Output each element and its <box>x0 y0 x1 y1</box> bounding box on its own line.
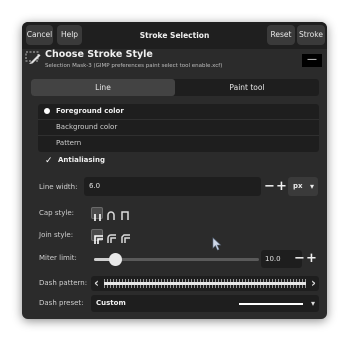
join-round-icon <box>107 234 116 243</box>
header-subtitle: Selection Mask-3 (GIMP preferences paint… <box>45 63 223 69</box>
line-width-decrease-button[interactable]: − <box>264 180 275 193</box>
tab-paint-tool[interactable]: Paint tool <box>175 79 319 96</box>
chevron-down-icon: ▾ <box>310 299 315 308</box>
cap-round-icon <box>107 211 115 220</box>
join-miter-button[interactable] <box>91 229 103 244</box>
slider-handle[interactable] <box>108 253 122 266</box>
dash-pattern-preview <box>104 279 306 288</box>
scroll-left-icon[interactable]: ‹ <box>94 276 99 291</box>
stroke-selection-dialog: Stroke Selection Cancel Help Reset Strok… <box>22 22 327 319</box>
join-style-label: Join style: <box>39 231 74 239</box>
antialiasing-label: Antialiasing <box>58 156 105 164</box>
collapse-button[interactable]: — <box>302 54 322 67</box>
cap-square-icon <box>121 211 129 220</box>
radio-foreground-color[interactable]: Foreground color <box>38 104 319 120</box>
dash-preset-label: Dash preset: <box>39 299 84 307</box>
reset-button[interactable]: Reset <box>267 25 295 45</box>
header-title: Choose Stroke Style <box>45 49 153 60</box>
join-bevel-icon <box>121 234 130 243</box>
chevron-down-icon: ▾ <box>309 182 314 191</box>
dash-preset-dropdown[interactable]: Custom ▾ <box>91 295 319 312</box>
miter-limit-value: 10.0 <box>265 255 281 263</box>
stroke-button[interactable]: Stroke <box>297 25 325 45</box>
radio-pattern[interactable]: Pattern <box>38 136 319 151</box>
miter-limit-decrease-button[interactable]: − <box>294 252 305 265</box>
antialiasing-checkbox[interactable]: ✓ <box>45 157 54 166</box>
dash-pattern-editor[interactable]: ‹ › <box>91 276 319 291</box>
dash-preset-preview <box>239 303 303 305</box>
scroll-right-icon[interactable]: › <box>311 276 316 291</box>
fill-radio-group: Foreground color Background color Patter… <box>38 104 319 152</box>
line-width-increase-button[interactable]: + <box>276 180 287 193</box>
stroke-tabs: Line Paint tool <box>31 79 319 96</box>
tab-line[interactable]: Line <box>31 79 175 96</box>
miter-limit-increase-button[interactable]: + <box>306 252 317 265</box>
join-round-button[interactable] <box>105 229 117 243</box>
radio-label: Background color <box>56 123 118 131</box>
line-width-label: Line width: <box>39 183 78 191</box>
line-width-input[interactable]: 6.0 <box>84 177 261 196</box>
cap-round-button[interactable] <box>105 207 117 220</box>
stroke-selection-icon <box>25 49 41 64</box>
unit-value: px <box>293 182 303 190</box>
cap-butt-button[interactable] <box>91 207 103 221</box>
mouse-cursor-icon <box>212 237 222 251</box>
dash-preset-value: Custom <box>96 299 126 307</box>
radio-background-color[interactable]: Background color <box>38 120 319 136</box>
title-bar: Stroke Selection Cancel Help Reset Strok… <box>22 22 327 49</box>
miter-limit-slider[interactable] <box>94 253 259 266</box>
cap-butt-icon <box>94 214 101 221</box>
cap-style-label: Cap style: <box>39 209 74 217</box>
join-bevel-button[interactable] <box>119 229 131 243</box>
radio-label: Pattern <box>56 139 82 147</box>
dash-pattern-label: Dash pattern: <box>39 279 88 287</box>
unit-dropdown[interactable]: px ▾ <box>288 177 318 196</box>
radio-label: Foreground color <box>56 107 124 115</box>
cap-square-button[interactable] <box>119 207 131 220</box>
line-width-value: 6.0 <box>89 182 101 190</box>
miter-limit-label: Miter limit: <box>39 254 77 262</box>
cancel-button[interactable]: Cancel <box>26 25 53 45</box>
radio-selected-indicator <box>44 108 50 114</box>
help-button[interactable]: Help <box>57 25 82 45</box>
join-miter-icon <box>94 235 103 244</box>
